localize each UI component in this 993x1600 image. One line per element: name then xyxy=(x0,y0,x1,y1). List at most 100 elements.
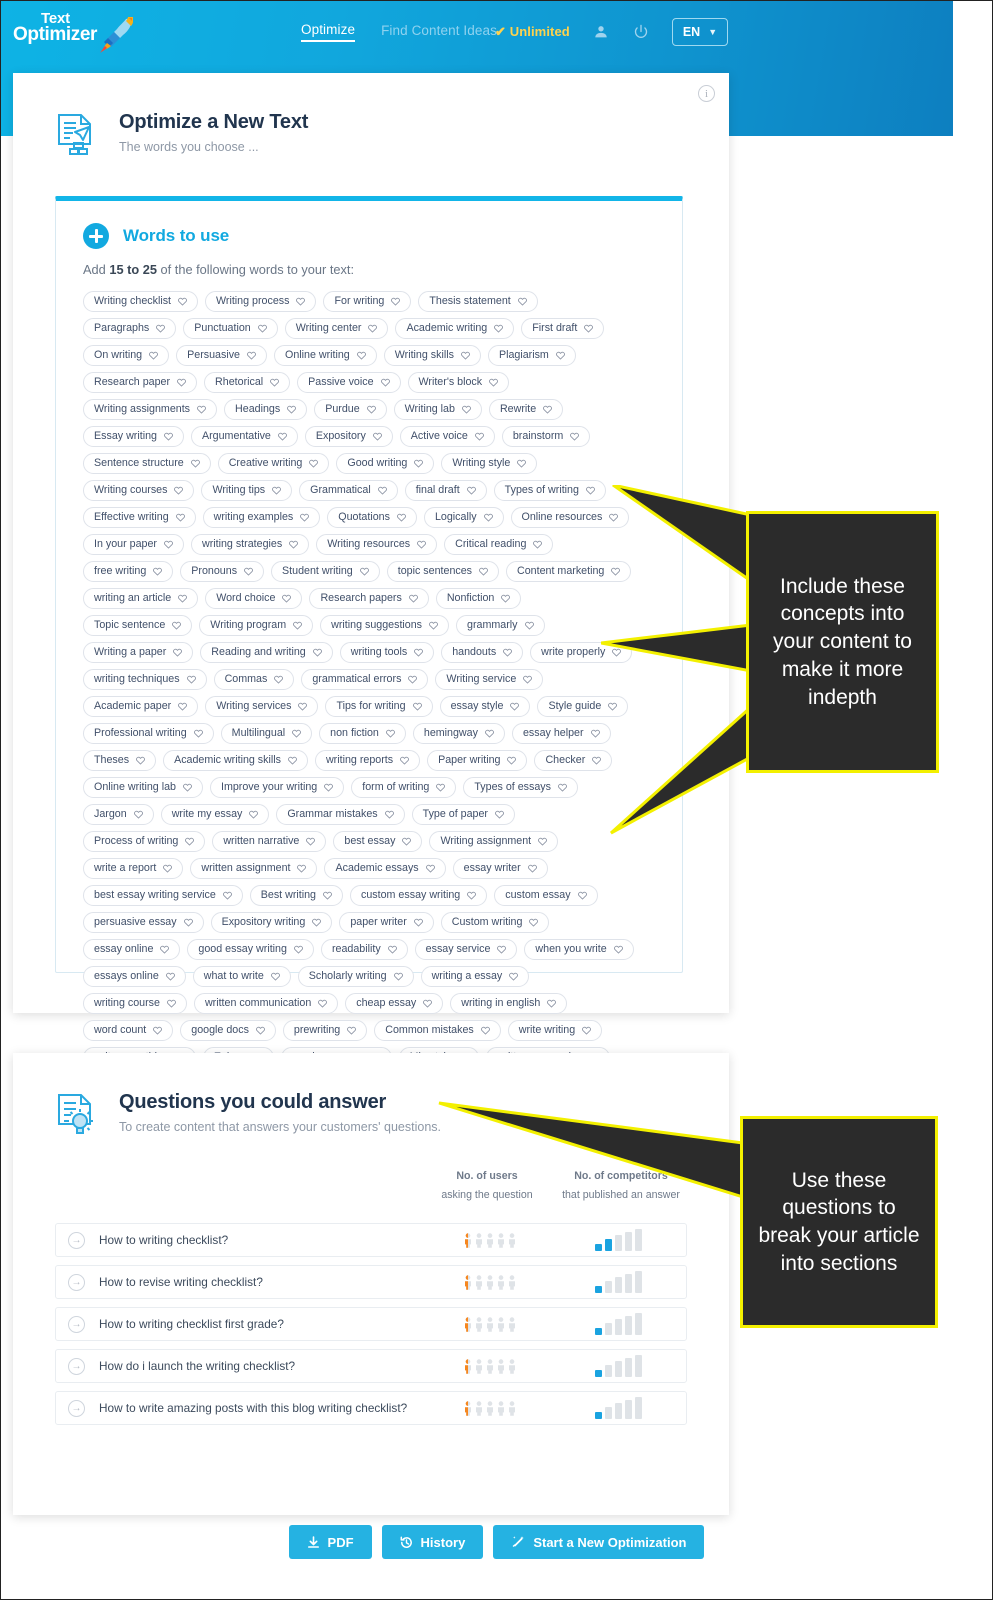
word-chip[interactable]: Writing a paper xyxy=(83,642,194,663)
word-chip[interactable]: Academic essays xyxy=(324,858,446,879)
word-chip[interactable]: Best writing xyxy=(249,885,344,906)
word-chip[interactable]: Expository writing xyxy=(210,912,333,933)
heart-icon[interactable] xyxy=(501,594,511,603)
word-chip[interactable]: written narrative xyxy=(212,831,327,852)
heart-icon[interactable] xyxy=(183,783,192,792)
word-chip[interactable]: hemingway xyxy=(412,723,505,744)
heart-icon[interactable] xyxy=(507,756,517,765)
language-selector[interactable]: EN ▼ xyxy=(671,18,729,46)
heart-icon[interactable] xyxy=(425,864,435,873)
word-chip[interactable]: Writing style xyxy=(441,453,538,474)
history-button[interactable]: History xyxy=(381,1525,484,1559)
heart-icon[interactable] xyxy=(613,945,623,954)
word-chip[interactable]: Types of essays xyxy=(463,777,578,798)
word-chip[interactable]: writing course xyxy=(83,993,187,1014)
heart-icon[interactable] xyxy=(297,864,307,873)
word-chip[interactable]: essay service xyxy=(414,939,518,960)
word-chip[interactable]: Research papers xyxy=(309,588,429,609)
heart-icon[interactable] xyxy=(510,702,520,711)
heart-icon[interactable] xyxy=(524,621,534,630)
word-chip[interactable]: Jargon xyxy=(83,804,154,825)
word-chip[interactable]: Writing assignments xyxy=(83,399,218,420)
arrow-right-icon[interactable]: → xyxy=(68,1273,85,1291)
heart-icon[interactable] xyxy=(282,594,292,603)
heart-icon[interactable] xyxy=(384,810,394,819)
word-chip[interactable]: when you write xyxy=(524,939,634,960)
heart-icon[interactable] xyxy=(462,405,471,414)
heart-icon[interactable] xyxy=(274,675,284,684)
heart-icon[interactable] xyxy=(186,675,196,684)
word-chip[interactable]: Type of paper xyxy=(411,804,515,825)
heart-icon[interactable] xyxy=(412,702,422,711)
word-chip[interactable]: essays online xyxy=(83,966,186,987)
heart-icon[interactable] xyxy=(393,972,403,981)
word-chip[interactable]: Purdue xyxy=(314,399,387,420)
heart-icon[interactable] xyxy=(270,972,280,981)
heart-icon[interactable] xyxy=(466,486,476,495)
heart-icon[interactable] xyxy=(391,297,401,306)
word-chip[interactable]: Critical reading xyxy=(444,534,554,555)
word-chip[interactable]: Reading and writing xyxy=(200,642,333,663)
word-chip[interactable]: Writing tips xyxy=(201,480,293,501)
word-chip[interactable]: writing a essay xyxy=(420,966,530,987)
word-chip[interactable]: free writing xyxy=(83,561,174,582)
heart-icon[interactable] xyxy=(400,756,409,765)
heart-icon[interactable] xyxy=(136,756,145,765)
heart-icon[interactable] xyxy=(485,729,494,738)
word-chip[interactable]: Headings xyxy=(224,399,308,420)
heart-icon[interactable] xyxy=(527,864,537,873)
heart-icon[interactable] xyxy=(247,351,256,360)
word-chip[interactable]: Theses xyxy=(83,750,157,771)
heart-icon[interactable] xyxy=(178,594,188,603)
word-chip[interactable]: Logically xyxy=(423,507,504,528)
word-chip[interactable]: Process of writing xyxy=(83,831,206,852)
heart-icon[interactable] xyxy=(294,945,303,954)
heart-icon[interactable] xyxy=(323,891,332,900)
heart-icon[interactable] xyxy=(609,513,619,522)
heart-icon[interactable] xyxy=(547,999,557,1008)
arrow-right-icon[interactable]: → xyxy=(68,1357,85,1375)
heart-icon[interactable] xyxy=(436,783,446,792)
heart-icon[interactable] xyxy=(293,621,302,630)
word-chip[interactable]: readability xyxy=(320,939,408,960)
heart-icon[interactable] xyxy=(377,486,387,495)
word-chip[interactable]: Commas xyxy=(213,669,295,690)
word-chip[interactable]: good essay writing xyxy=(187,939,314,960)
word-chip[interactable]: Expository xyxy=(304,426,393,447)
heart-icon[interactable] xyxy=(366,405,376,414)
heart-icon[interactable] xyxy=(289,540,299,549)
word-chip[interactable]: writing strategies xyxy=(190,534,310,555)
word-chip[interactable]: Good writing xyxy=(336,453,435,474)
heart-icon[interactable] xyxy=(423,999,433,1008)
heart-icon[interactable] xyxy=(164,432,173,441)
heart-icon[interactable] xyxy=(386,729,395,738)
word-chip[interactable]: Writing assignment xyxy=(429,831,559,852)
word-chip[interactable]: custom essay writing xyxy=(350,885,488,906)
plan-badge[interactable]: ✔ Unlimited xyxy=(495,24,570,40)
heart-icon[interactable] xyxy=(489,378,498,387)
heart-icon[interactable] xyxy=(413,918,423,927)
word-chip[interactable]: word count xyxy=(83,1020,174,1041)
heart-icon[interactable] xyxy=(577,891,587,900)
word-chip[interactable]: cheap essay xyxy=(345,993,444,1014)
question-row[interactable]: → How to write amazing posts with this bl… xyxy=(55,1391,687,1425)
heart-icon[interactable] xyxy=(372,432,382,441)
word-chip[interactable]: written assignment xyxy=(190,858,318,879)
word-chip[interactable]: written communication xyxy=(193,993,339,1014)
heart-icon[interactable] xyxy=(497,945,507,954)
word-chip[interactable]: form of writing xyxy=(351,777,457,798)
heart-icon[interactable] xyxy=(429,621,438,630)
heart-icon[interactable] xyxy=(543,405,553,414)
word-chip[interactable]: Punctuation xyxy=(183,318,278,339)
word-chip[interactable]: Creative writing xyxy=(217,453,330,474)
word-chip[interactable]: Writing services xyxy=(205,696,319,717)
heart-icon[interactable] xyxy=(318,999,328,1008)
word-chip[interactable]: write writing xyxy=(507,1020,603,1041)
word-chip[interactable]: Nonfiction xyxy=(435,588,522,609)
word-chip[interactable]: brainstorm xyxy=(501,426,591,447)
heart-icon[interactable] xyxy=(611,567,621,576)
word-chip[interactable]: Writing checklist xyxy=(83,291,199,312)
heart-icon[interactable] xyxy=(288,756,297,765)
word-chip[interactable]: Scholarly writing xyxy=(297,966,414,987)
heart-icon[interactable] xyxy=(300,513,310,522)
